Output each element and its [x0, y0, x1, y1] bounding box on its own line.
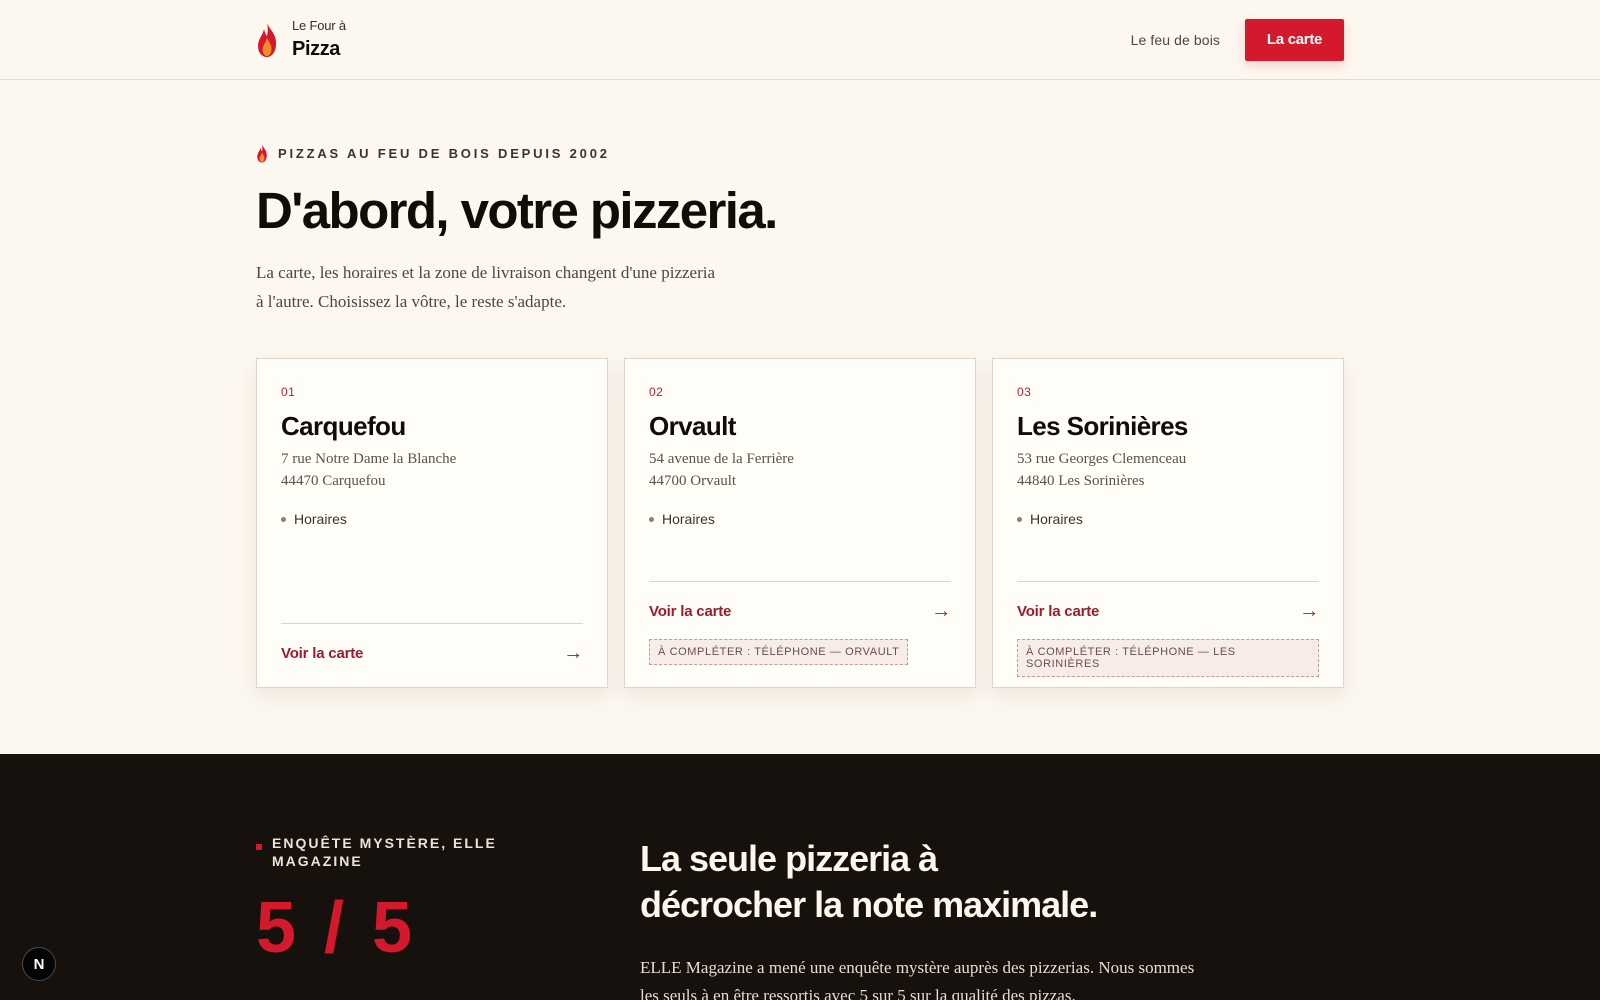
press-body: La seule pizzeria à décrocher la note ma…	[640, 836, 1200, 1000]
voir-la-carte-link[interactable]: Voir la carte →	[649, 582, 951, 623]
pizzeria-card-les-sorinieres[interactable]: 03 Les Sorinières 53 rue Georges Clemenc…	[992, 358, 1344, 688]
dev-tools-badge[interactable]: N	[22, 947, 56, 981]
link-label: Voir la carte	[649, 603, 732, 620]
address-line-1: 7 rue Notre Dame la Blanche	[281, 451, 457, 467]
hero-subtitle: La carte, les horaires et la zone de liv…	[256, 263, 716, 311]
hours-label: Horaires	[294, 511, 347, 527]
address-line-1: 53 rue Georges Clemenceau	[1017, 451, 1187, 467]
card-title: Carquefou	[281, 411, 406, 441]
press-eyebrow: ENQUÊTE MYSTÈRE, ELLE MAGAZINE	[256, 834, 516, 870]
hero-eyebrow-text: PIZZAS AU FEU DE BOIS DEPUIS 2002	[278, 146, 610, 161]
page-title: D'abord, votre pizzeria.	[256, 182, 778, 239]
todo-phone-badge: À COMPLÉTER : TÉLÉPHONE — LES SORINIÈRES	[1017, 639, 1319, 677]
address-line-2: 44470 Carquefou	[281, 473, 386, 489]
arrow-right-icon: →	[1299, 600, 1319, 622]
hero-section: PIZZAS AU FEU DE BOIS DEPUIS 2002 D'abor…	[0, 80, 1600, 754]
press-section: ENQUÊTE MYSTÈRE, ELLE MAGAZINE 5 / 5 La …	[0, 754, 1600, 1000]
brand-small-text: Le Four à	[292, 18, 346, 33]
card-hours[interactable]: Horaires	[649, 511, 951, 527]
card-footer: Voir la carte → À COMPLÉTER : TÉLÉPHONE …	[649, 581, 951, 665]
hero-eyebrow: PIZZAS AU FEU DE BOIS DEPUIS 2002	[256, 144, 1344, 163]
site-header: Le Four à Pizza Le feu de bois La carte	[0, 0, 1600, 80]
arrow-right-icon: →	[563, 642, 583, 664]
pizzeria-card-orvault[interactable]: 02 Orvault 54 avenue de la Ferrière 4470…	[624, 358, 976, 688]
address-line-2: 44700 Orvault	[649, 473, 737, 489]
card-footer: Voir la carte →	[281, 623, 583, 665]
la-carte-button[interactable]: La carte	[1245, 18, 1344, 61]
link-label: Voir la carte	[1017, 603, 1100, 620]
press-label: ENQUÊTE MYSTÈRE, ELLE MAGAZINE	[272, 835, 497, 869]
card-title: Les Sorinières	[1017, 411, 1188, 441]
voir-la-carte-link[interactable]: Voir la carte →	[281, 624, 583, 665]
flame-icon	[257, 144, 267, 163]
pizzeria-cards: 01 Carquefou 7 rue Notre Dame la Blanche…	[256, 358, 1344, 688]
press-text: ELLE Magazine a mené une enquête mystère…	[640, 958, 1195, 1000]
card-address: 7 rue Notre Dame la Blanche 44470 Carque…	[281, 448, 583, 492]
card-title: Orvault	[649, 411, 736, 441]
brand-name: Pizza	[292, 38, 341, 60]
card-number: 03	[1017, 385, 1032, 399]
hours-label: Horaires	[662, 511, 715, 527]
main-nav: Le feu de bois La carte	[1131, 18, 1344, 61]
card-hours[interactable]: Horaires	[281, 511, 583, 527]
todo-phone-badge: À COMPLÉTER : TÉLÉPHONE — ORVAULT	[649, 639, 909, 665]
nav-link-feu-de-bois[interactable]: Le feu de bois	[1131, 32, 1220, 48]
card-footer: Voir la carte → À COMPLÉTER : TÉLÉPHONE …	[1017, 581, 1319, 677]
address-line-2: 44840 Les Sorinières	[1017, 473, 1145, 489]
pizzeria-card-carquefou[interactable]: 01 Carquefou 7 rue Notre Dame la Blanche…	[256, 358, 608, 688]
arrow-right-icon: →	[931, 600, 951, 622]
bullet-icon	[1017, 516, 1022, 522]
bullet-icon	[281, 516, 286, 522]
bullet-icon	[649, 516, 654, 522]
link-label: Voir la carte	[281, 645, 364, 662]
card-number: 01	[281, 385, 296, 399]
brand-logo[interactable]: Le Four à Pizza	[256, 18, 346, 61]
card-address: 53 rue Georges Clemenceau 44840 Les Sori…	[1017, 448, 1319, 492]
hours-label: Horaires	[1030, 511, 1083, 527]
press-title: La seule pizzeria à décrocher la note ma…	[640, 836, 1200, 928]
press-title-line-1: La seule pizzeria à	[640, 838, 938, 879]
flame-icon	[258, 22, 277, 57]
card-hours[interactable]: Horaires	[1017, 511, 1319, 527]
card-number: 02	[649, 385, 664, 399]
voir-la-carte-link[interactable]: Voir la carte →	[1017, 582, 1319, 623]
press-title-line-2: décrocher la note maximale.	[640, 884, 1098, 925]
address-line-1: 54 avenue de la Ferrière	[649, 451, 794, 467]
square-bullet-icon	[256, 844, 262, 850]
card-address: 54 avenue de la Ferrière 44700 Orvault	[649, 448, 951, 492]
press-content: ENQUÊTE MYSTÈRE, ELLE MAGAZINE 5 / 5 La …	[256, 834, 1344, 1000]
